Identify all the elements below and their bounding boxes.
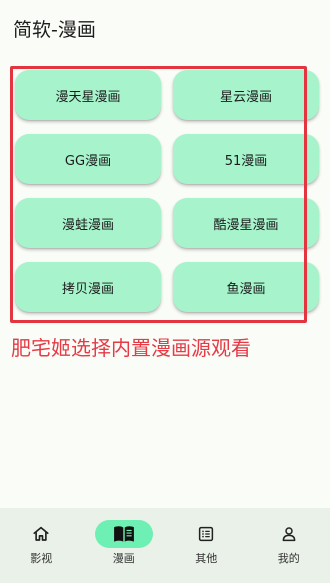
book-icon [113, 526, 134, 542]
source-button-gg[interactable]: GG漫画 [15, 134, 161, 184]
source-button-kaobei[interactable]: 拷贝漫画 [15, 262, 161, 312]
app-root: 简软-漫画 漫天星漫画 星云漫画 GG漫画 51漫画 漫蛙漫画 酷漫星漫画 拷贝… [0, 0, 330, 583]
nav-item-movies[interactable]: 影视 [0, 508, 83, 575]
nav-label-movies: 影视 [30, 552, 53, 565]
source-button-xingyun[interactable]: 星云漫画 [173, 70, 319, 120]
nav-icon-wrap [177, 520, 235, 548]
source-button-manwa[interactable]: 漫蛙漫画 [15, 198, 161, 248]
list-icon [199, 526, 214, 542]
nav-icon-wrap [260, 520, 318, 548]
source-button-kumanxing[interactable]: 酷漫星漫画 [173, 198, 319, 248]
system-nav-strip [0, 575, 330, 583]
nav-label-profile: 我的 [277, 552, 300, 565]
nav-icon-wrap-active [94, 520, 153, 548]
nav-label-comics: 漫画 [112, 552, 135, 565]
nav-item-other[interactable]: 其他 [165, 508, 248, 575]
home-icon [33, 526, 49, 541]
nav-label-other: 其他 [195, 552, 218, 565]
bottom-nav: 影视 漫画 其他 我的 [0, 508, 330, 575]
source-button-51[interactable]: 51漫画 [173, 134, 319, 184]
page-title: 简软-漫画 [13, 19, 96, 41]
nav-item-comics[interactable]: 漫画 [83, 508, 166, 575]
annotation-text: 肥宅姬选择内置漫画源观看 [11, 336, 251, 360]
source-button-yu[interactable]: 鱼漫画 [173, 262, 319, 312]
source-button-mantianxing[interactable]: 漫天星漫画 [15, 70, 161, 120]
person-icon [282, 527, 296, 542]
nav-item-profile[interactable]: 我的 [248, 508, 330, 575]
comic-source-grid: 漫天星漫画 星云漫画 GG漫画 51漫画 漫蛙漫画 酷漫星漫画 拷贝漫画 鱼漫画 [15, 70, 319, 312]
nav-icon-wrap [12, 520, 70, 548]
